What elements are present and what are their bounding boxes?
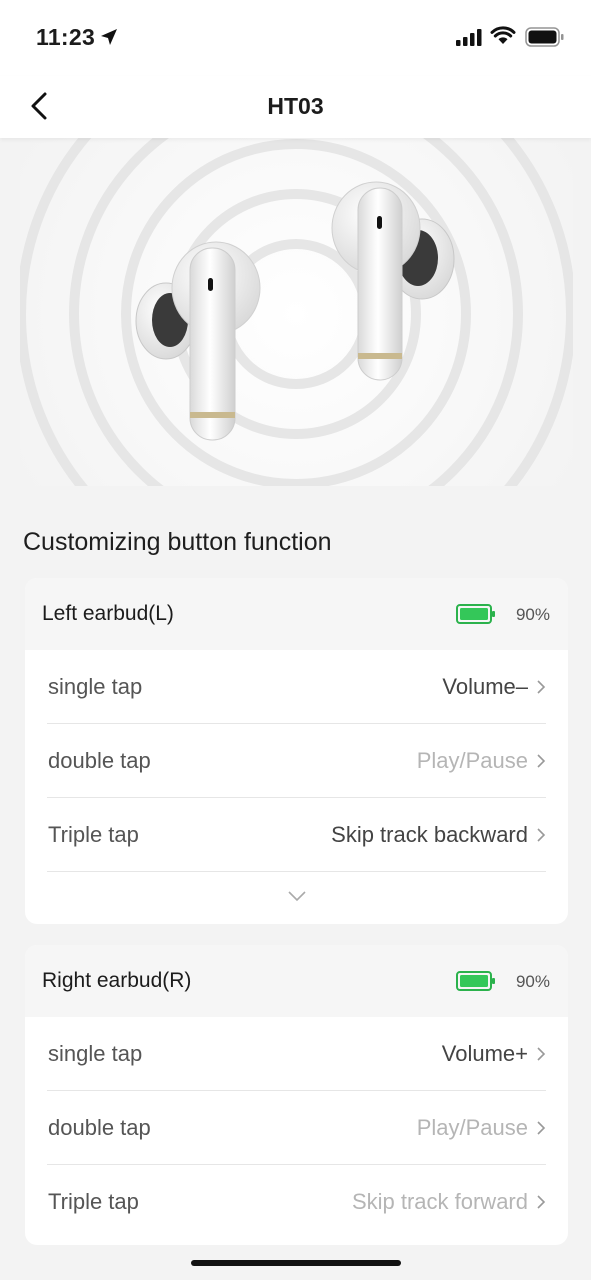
- status-bar: 11:23: [0, 0, 591, 76]
- chevron-right-icon: [537, 1121, 546, 1135]
- row-label: double tap: [48, 1115, 151, 1140]
- chevron-right-icon: [537, 1195, 546, 1209]
- right-earbud-card: Right earbud(R) 90% single tap Volume+ d…: [25, 945, 568, 1245]
- left-triple-tap-row[interactable]: Triple tap Skip track backward: [47, 798, 546, 872]
- section-title: Customizing button function: [23, 528, 332, 556]
- row-label: Triple tap: [48, 822, 139, 847]
- left-battery-percent: 90%: [515, 605, 550, 624]
- home-indicator[interactable]: [191, 1260, 401, 1266]
- page-title: HT03: [267, 93, 324, 119]
- card-header: Right earbud(R) 90%: [25, 945, 568, 1017]
- row-value: Play/Pause: [416, 748, 528, 773]
- chevron-down-icon: [288, 891, 306, 902]
- right-battery-percent: 90%: [515, 972, 550, 991]
- row-value: Skip track forward: [351, 1189, 528, 1214]
- battery-icon: [456, 604, 495, 624]
- right-triple-tap-row[interactable]: Triple tap Skip track forward: [47, 1165, 546, 1238]
- row-value: Volume–: [442, 674, 528, 699]
- right-double-tap-row[interactable]: double tap Play/Pause: [47, 1091, 546, 1165]
- cellular-signal-icon: [456, 29, 482, 46]
- row-label: single tap: [48, 674, 143, 699]
- card-header: Left earbud(L) 90%: [25, 578, 568, 650]
- chevron-right-icon: [537, 1047, 546, 1061]
- wifi-icon: [490, 26, 516, 44]
- row-value: Skip track backward: [331, 822, 528, 847]
- left-double-tap-row[interactable]: double tap Play/Pause: [47, 724, 546, 798]
- left-single-tap-row[interactable]: single tap Volume–: [47, 650, 546, 724]
- expand-button[interactable]: [25, 872, 568, 924]
- location-arrow-icon: [101, 29, 117, 45]
- chevron-right-icon: [537, 828, 546, 842]
- battery-icon: [456, 971, 495, 991]
- earbuds-product-image: [20, 138, 573, 486]
- navigation-bar: HT03: [0, 76, 591, 138]
- row-value: Play/Pause: [416, 1115, 528, 1140]
- chevron-right-icon: [537, 754, 546, 768]
- right-earbud-title: Right earbud(R): [42, 969, 192, 992]
- battery-full-icon: [525, 27, 564, 47]
- row-value: Volume+: [441, 1041, 528, 1066]
- row-label: Triple tap: [48, 1189, 139, 1214]
- chevron-right-icon: [537, 680, 546, 694]
- row-label: single tap: [48, 1041, 143, 1066]
- row-label: double tap: [48, 748, 151, 773]
- right-single-tap-row[interactable]: single tap Volume+: [47, 1017, 546, 1091]
- status-time: 11:23: [36, 24, 96, 50]
- left-earbud-card: Left earbud(L) 90% single tap Volume– do…: [25, 578, 568, 924]
- left-earbud-title: Left earbud(L): [42, 602, 174, 625]
